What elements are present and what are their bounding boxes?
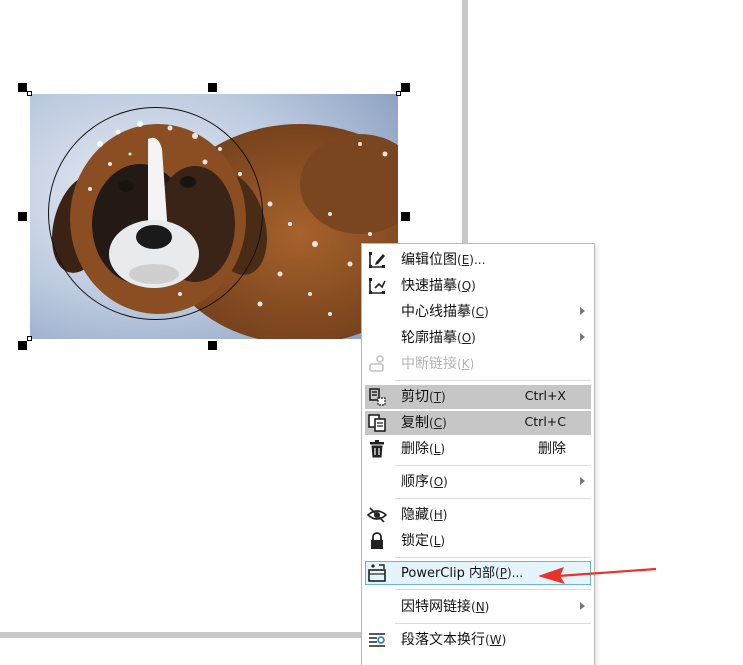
cut-icon [366,386,388,408]
context-menu: 编辑位图(E)... 快速描摹(Q) 中心线描摹(C) 轮廓描摹(O) 中断链接… [361,243,595,665]
trash-icon [366,438,388,460]
menu-item-outline-trace[interactable]: 轮廓描摹(O) [362,326,594,350]
selection-handle-top-center[interactable] [208,83,217,92]
menu-item-label: 隐藏 [401,507,429,523]
submenu-arrow-icon [580,602,585,610]
selection-handle-middle-left[interactable] [18,212,27,221]
menu-item-edit-bitmap[interactable]: 编辑位图(E)... [362,248,594,272]
selection-handle-top-left[interactable] [18,83,27,92]
menu-item-label: 因特网链接 [401,599,471,615]
menu-item-quick-trace[interactable]: 快速描摹(Q) [362,274,594,298]
menu-item-label: 段落文本换行 [401,632,485,648]
menu-separator [395,557,591,558]
submenu-arrow-icon [580,477,585,485]
menu-shortcut: Ctrl+C [524,414,566,429]
selection-handle-bottom-center[interactable] [208,341,217,350]
menu-separator [395,589,591,590]
menu-item-label: 快速描摹 [401,278,457,294]
submenu-arrow-icon [580,307,585,315]
menu-item-delete[interactable]: 删除(L) 删除 [362,437,594,461]
selection-handle-top-right[interactable] [401,83,410,92]
eye-hidden-icon [366,504,388,526]
selection-center-marker [27,91,32,96]
menu-separator [395,498,591,499]
selection-handle-bottom-left[interactable] [18,341,27,350]
menu-shortcut: Ctrl+X [524,388,566,403]
text-wrap-icon [366,629,388,651]
submenu-arrow-icon [580,333,585,341]
menu-item-lock[interactable]: 锁定(L) [362,529,594,553]
ellipse-shape[interactable] [48,107,263,320]
annotation-arrow [538,567,657,584]
menu-item-label: 中心线描摹 [401,304,471,320]
menu-item-centerline-trace[interactable]: 中心线描摹(C) [362,300,594,324]
menu-item-label: 锁定 [401,533,429,549]
menu-item-cut[interactable]: 剪切(T) Ctrl+X [365,385,591,409]
menu-item-break-link: 中断链接(K) [362,352,594,376]
menu-item-order[interactable]: 顺序(O) [362,470,594,494]
menu-separator [395,465,591,466]
menu-separator [395,380,591,381]
break-link-icon [366,353,388,375]
powerclip-icon [366,562,388,584]
copy-icon [366,412,388,434]
menu-item-label: 顺序 [401,474,429,490]
menu-item-paragraph-text-wrap[interactable]: 段落文本换行(W) [362,628,594,652]
selection-center-marker [396,91,401,96]
menu-item-label: 复制 [401,415,429,431]
menu-item-label: 中断链接 [401,356,457,372]
menu-item-internet-link[interactable]: 因特网链接(N) [362,595,594,619]
menu-item-label: 轮廓描摹 [401,330,457,346]
selection-handle-middle-right[interactable] [401,212,410,221]
selection-center-marker [27,336,32,341]
menu-item-label: PowerClip 内部 [401,566,495,581]
edit-bitmap-icon [366,249,388,271]
menu-separator [395,623,591,624]
lock-icon [366,530,388,552]
menu-shortcut: 删除 [538,441,566,457]
quick-trace-icon [366,275,388,297]
menu-item-label: 删除 [401,441,429,457]
menu-item-copy[interactable]: 复制(C) Ctrl+C [365,411,591,435]
menu-item-hide[interactable]: 隐藏(H) [362,503,594,527]
menu-item-label: 编辑位图 [401,252,457,268]
menu-item-label: 剪切 [401,389,429,405]
